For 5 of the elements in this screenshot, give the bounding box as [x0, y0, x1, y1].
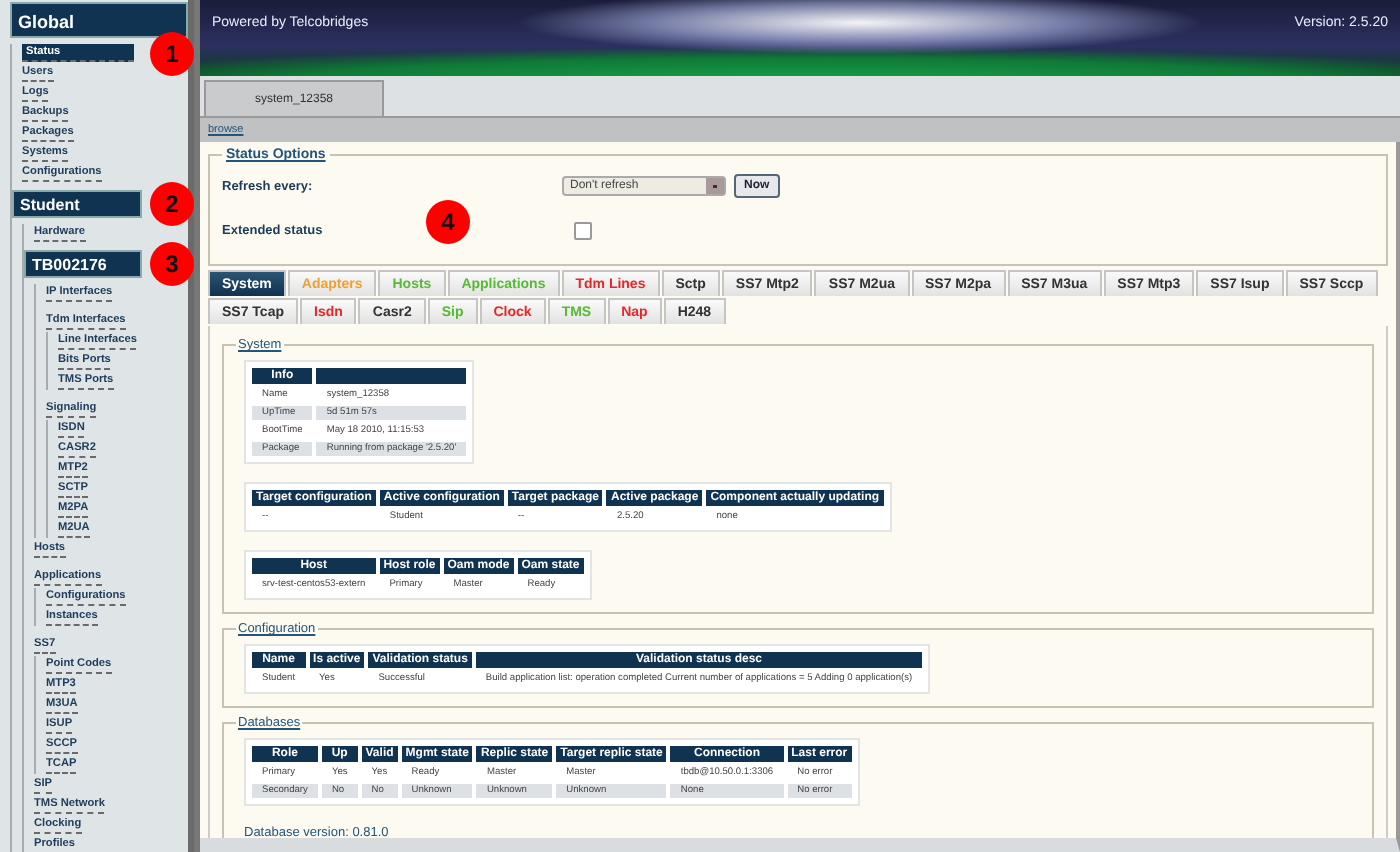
tree-header[interactable]: Global [10, 2, 188, 38]
tree-header[interactable]: Student [12, 190, 142, 218]
tree-header[interactable]: TB002176 [24, 250, 142, 278]
extended-checkbox[interactable] [574, 222, 592, 240]
dropdown-icon [706, 178, 724, 194]
